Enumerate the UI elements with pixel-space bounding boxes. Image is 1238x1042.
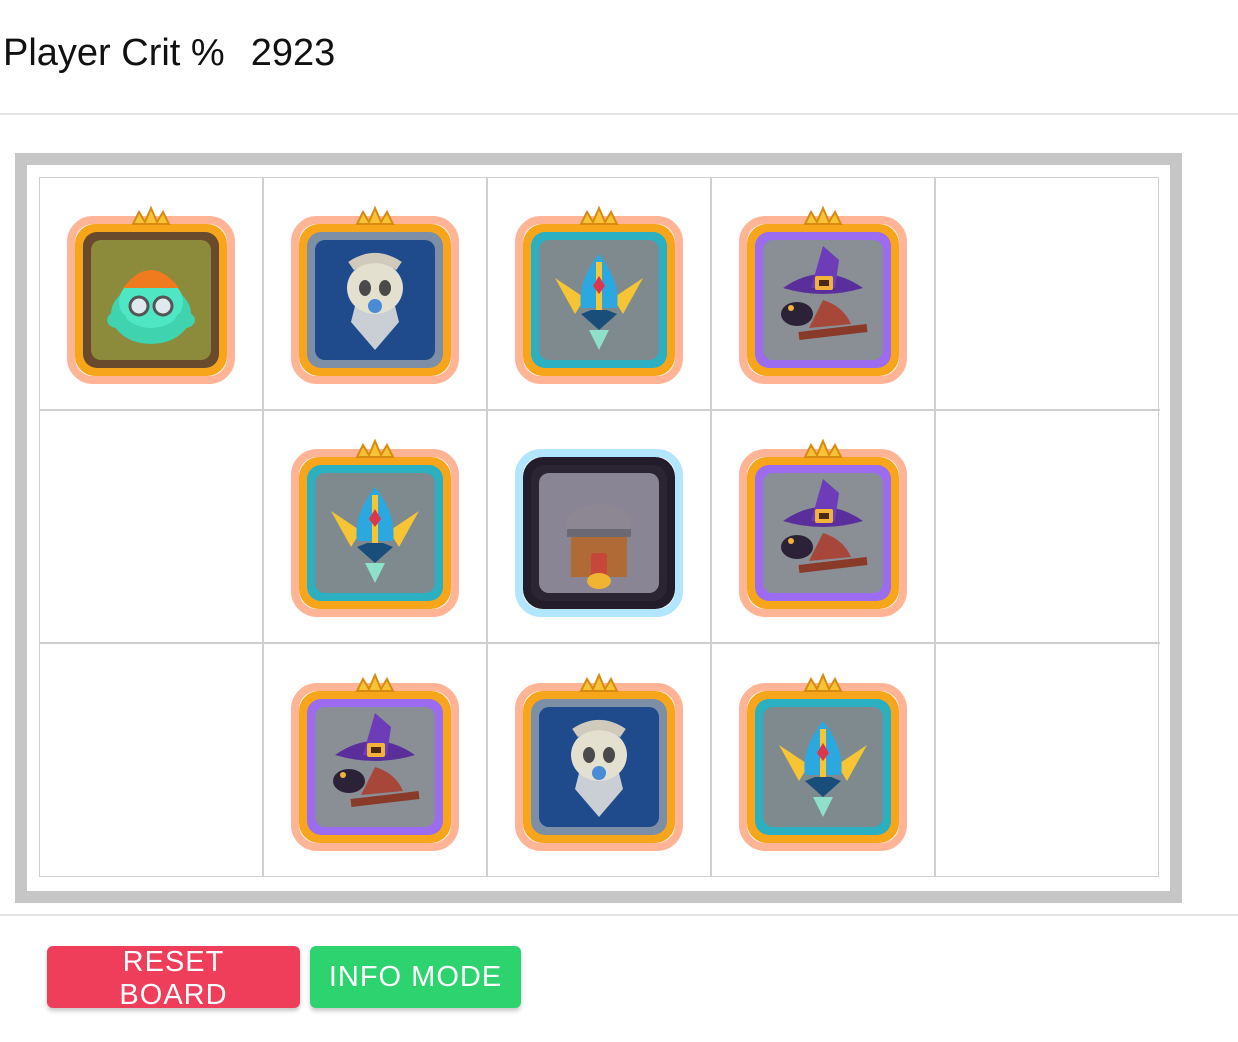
crit-label: Player Crit % [3, 32, 225, 74]
board-cell[interactable] [936, 644, 1160, 877]
board-cell[interactable] [712, 178, 936, 411]
board-cell[interactable] [40, 178, 264, 411]
slime-miner-icon[interactable] [67, 202, 235, 386]
winged-helm-icon[interactable] [291, 435, 459, 619]
witch-crow-icon[interactable] [739, 202, 907, 386]
reset-board-button[interactable]: RESET BOARD [47, 946, 300, 1011]
info-mode-button[interactable]: INFO MODE [310, 946, 521, 1008]
board-cell[interactable] [712, 411, 936, 644]
board-cell[interactable] [488, 644, 712, 877]
crit-stat: Player Crit % 2923 [3, 28, 335, 78]
anvil-cannon-icon[interactable] [515, 435, 683, 619]
board-cell[interactable] [264, 411, 488, 644]
board-cell[interactable] [40, 411, 264, 644]
board-cell[interactable] [488, 411, 712, 644]
board-cell[interactable] [936, 178, 1160, 411]
witch-crow-icon[interactable] [291, 669, 459, 853]
board-cell[interactable] [40, 644, 264, 877]
winged-helm-icon[interactable] [739, 669, 907, 853]
board-cell[interactable] [936, 411, 1160, 644]
board-cell[interactable] [488, 178, 712, 411]
skull-knight-icon[interactable] [515, 669, 683, 853]
top-divider [0, 113, 1238, 115]
board-grid [39, 177, 1160, 877]
bottom-divider [0, 914, 1238, 916]
witch-crow-icon[interactable] [739, 435, 907, 619]
crit-value: 2923 [250, 32, 336, 74]
winged-helm-icon[interactable] [515, 202, 683, 386]
board-cell[interactable] [264, 644, 488, 877]
board-cell[interactable] [264, 178, 488, 411]
board-cell[interactable] [712, 644, 936, 877]
game-board [15, 153, 1182, 903]
skull-knight-icon[interactable] [291, 202, 459, 386]
